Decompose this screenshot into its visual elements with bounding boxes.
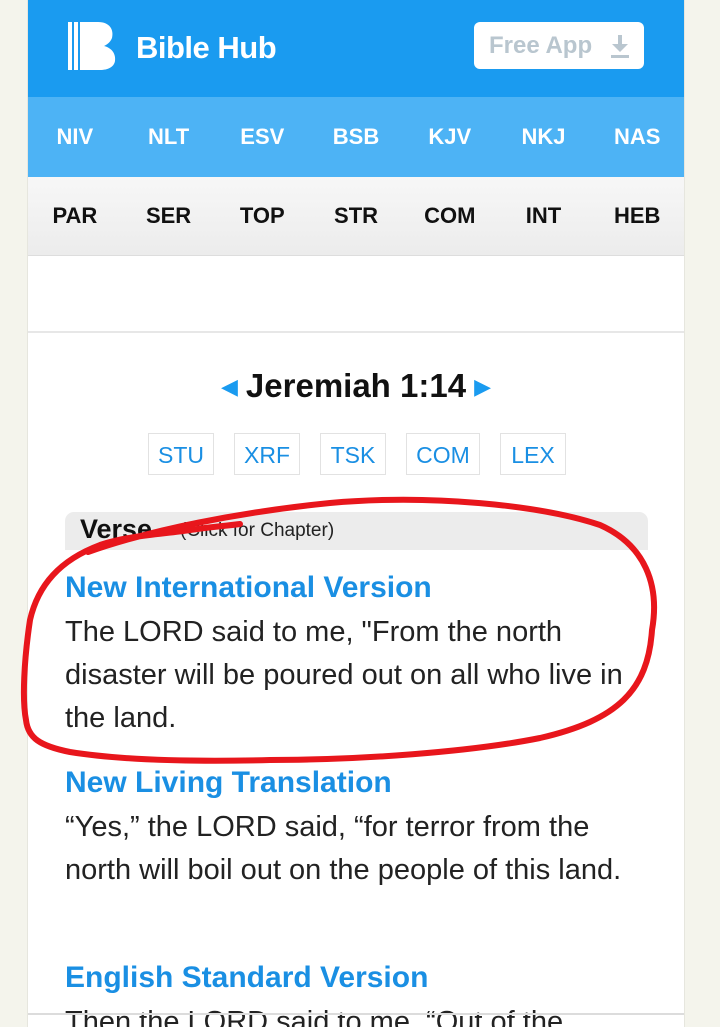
- verse-header-title: Verse: [80, 514, 153, 544]
- study-tools: STU XRF TSK COM LEX: [148, 433, 586, 475]
- nav-nas[interactable]: NAS: [590, 97, 684, 177]
- nav-com[interactable]: COM: [403, 177, 497, 255]
- chapter-link[interactable]: (Click for Chapter): [180, 520, 334, 542]
- nav-esv[interactable]: ESV: [215, 97, 309, 177]
- tool-tsk-button[interactable]: TSK: [320, 433, 386, 475]
- nav-int[interactable]: INT: [497, 177, 591, 255]
- page: Bible Hub Free App NIV NLT ESV BSB KJV N…: [28, 0, 684, 1027]
- nav-str[interactable]: STR: [309, 177, 403, 255]
- download-icon: [611, 35, 629, 58]
- tool-com-button[interactable]: COM: [406, 433, 480, 475]
- bible-hub-logo-icon[interactable]: [68, 20, 120, 72]
- next-verse-arrow-icon[interactable]: ▶: [466, 374, 499, 399]
- nav-niv[interactable]: NIV: [28, 97, 122, 177]
- nav-heb[interactable]: HEB: [590, 177, 684, 255]
- tool-lex-button[interactable]: LEX: [500, 433, 566, 475]
- nav-par[interactable]: PAR: [28, 177, 122, 255]
- tool-xrf-button[interactable]: XRF: [234, 433, 300, 475]
- nav-nkj[interactable]: NKJ: [497, 97, 591, 177]
- site-header: Bible Hub Free App: [28, 0, 684, 97]
- site-title[interactable]: Bible Hub: [136, 30, 277, 66]
- previous-verse-arrow-icon[interactable]: ◀: [213, 374, 246, 399]
- version-title-nlt[interactable]: New Living Translation: [65, 766, 392, 800]
- verse-text-niv: The LORD said to me, "From the north dis…: [65, 616, 623, 734]
- resource-nav: PAR SER TOP STR COM INT HEB: [28, 177, 684, 256]
- nav-bsb[interactable]: BSB: [309, 97, 403, 177]
- verse-header[interactable]: Verse (Click for Chapter): [65, 512, 648, 550]
- nav-ser[interactable]: SER: [122, 177, 216, 255]
- translation-nav: NIV NLT ESV BSB KJV NKJ NAS: [28, 97, 684, 177]
- nav-top[interactable]: TOP: [215, 177, 309, 255]
- verse-text-nlt: “Yes,” the LORD said, “for terror from t…: [65, 811, 622, 886]
- free-app-button[interactable]: Free App: [474, 22, 644, 69]
- passage-reference: ◀ Jeremiah 1:14 ▶: [28, 360, 684, 413]
- tool-stu-button[interactable]: STU: [148, 433, 214, 475]
- free-app-label: Free App: [489, 32, 593, 59]
- nav-kjv[interactable]: KJV: [403, 97, 497, 177]
- version-title-esv[interactable]: English Standard Version: [65, 961, 428, 995]
- reference-title: Jeremiah 1:14: [245, 367, 467, 404]
- nav-nlt[interactable]: NLT: [122, 97, 216, 177]
- bottom-divider: [28, 1013, 684, 1015]
- divider: [28, 331, 684, 333]
- version-title-niv[interactable]: New International Version: [65, 571, 432, 605]
